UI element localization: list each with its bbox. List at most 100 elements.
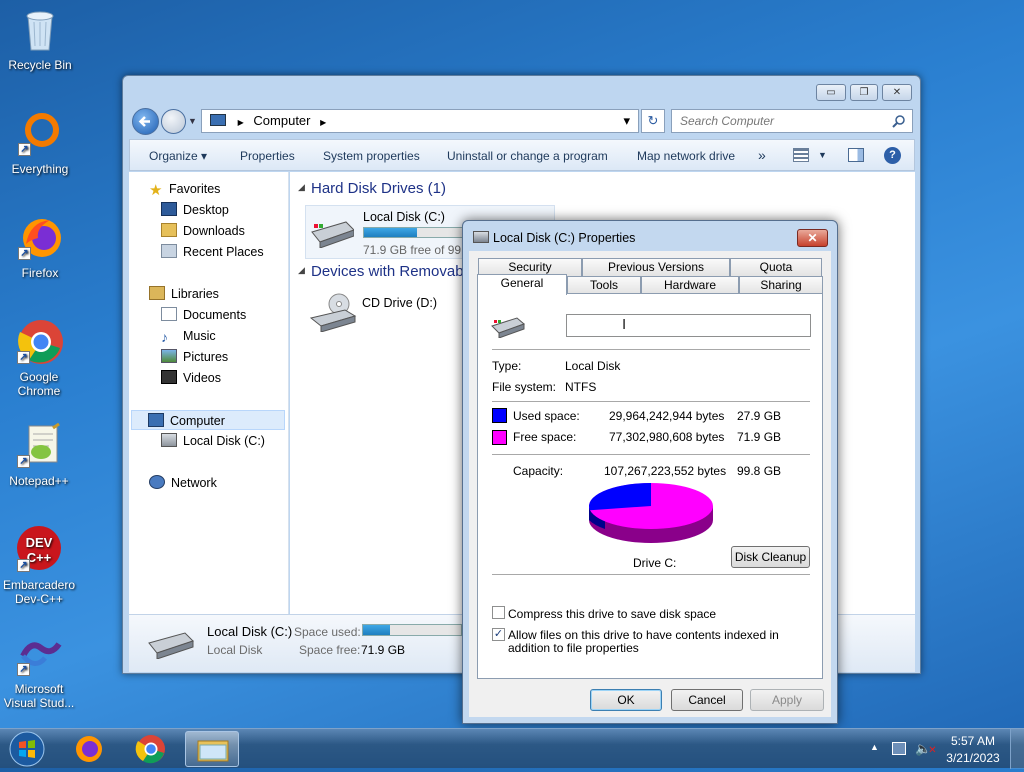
used-space-label: Used space:: [513, 409, 580, 423]
recent-places-icon: [161, 244, 177, 258]
clock-date[interactable]: 3/21/2023: [944, 751, 1002, 765]
system-properties-button[interactable]: System properties: [323, 149, 420, 163]
drive-c-free-text: 71.9 GB free of 99.8: [363, 243, 472, 257]
network-tray-icon[interactable]: [892, 742, 906, 755]
filesystem-label: File system:: [492, 380, 557, 394]
taskbar-explorer[interactable]: [185, 731, 239, 767]
downloads-folder-icon: [161, 223, 177, 237]
nav-local-disk[interactable]: Local Disk (C:): [161, 431, 265, 451]
desktop-icon-visual-studio[interactable]: ↗ Microsoft Visual Stud...: [0, 630, 79, 710]
desktop-icon-label: Notepad++: [9, 474, 69, 488]
breadcrumb-separator-icon: ▶: [237, 118, 244, 127]
free-space-size: 71.9 GB: [737, 430, 782, 444]
firefox-icon: ↗: [16, 214, 64, 262]
help-icon[interactable]: ?: [884, 147, 901, 164]
tray-expand-icon[interactable]: ▲: [870, 742, 879, 752]
nav-music[interactable]: ♪ Music: [161, 326, 216, 346]
breadcrumb-computer[interactable]: Computer: [253, 113, 310, 128]
drive-d-name: CD Drive (D:): [362, 296, 437, 310]
maximize-button[interactable]: ❐: [850, 84, 878, 101]
videos-icon: [161, 370, 177, 384]
address-dropdown-icon[interactable]: ▾: [623, 110, 630, 132]
apply-button[interactable]: Apply: [750, 689, 824, 711]
compress-checkbox[interactable]: [492, 606, 505, 619]
change-view-icon[interactable]: [793, 148, 809, 162]
taskbar-firefox[interactable]: [62, 731, 116, 767]
dialog-body: Security Previous Versions Quota General…: [469, 251, 831, 717]
group-hard-disk-drives[interactable]: Hard Disk Drives (1): [311, 180, 446, 197]
desktop-icon-chrome[interactable]: ↗ Google Chrome: [0, 318, 79, 398]
shortcut-arrow-icon: ↗: [17, 559, 30, 572]
hard-drive-large-icon: [147, 627, 195, 660]
organize-button[interactable]: Organize ▾: [149, 149, 207, 163]
properties-dialog[interactable]: Local Disk (C:) Properties ✕ Security Pr…: [462, 220, 838, 724]
more-commands-button[interactable]: »: [758, 147, 766, 163]
tab-general[interactable]: General: [477, 274, 567, 295]
nav-recent-places[interactable]: Recent Places: [161, 242, 264, 262]
everything-icon: ↗: [16, 110, 64, 158]
disk-cleanup-button[interactable]: Disk Cleanup: [731, 546, 810, 568]
desktop-icon-notepadpp[interactable]: ↗ Notepad++: [0, 422, 79, 488]
back-button[interactable]: [132, 108, 159, 135]
cd-drive-icon: [309, 292, 357, 333]
nav-downloads[interactable]: Downloads: [161, 221, 245, 241]
windows-logo-icon: [9, 731, 45, 767]
folder-icon: [197, 740, 229, 762]
desktop-icon-devcpp[interactable]: DEV C++ ↗ Embarcadero Dev-C++: [0, 526, 79, 606]
desktop-icon-label: Google Chrome: [17, 370, 61, 398]
minimize-button[interactable]: ▭: [816, 84, 846, 101]
drive-label-input[interactable]: [566, 314, 811, 337]
refresh-icon: ↻: [647, 113, 659, 128]
properties-button[interactable]: Properties: [240, 149, 295, 163]
free-space-bytes: 77,302,980,608 bytes: [609, 430, 725, 444]
dialog-title: Local Disk (C:) Properties: [493, 231, 636, 245]
dialog-close-button[interactable]: ✕: [797, 229, 828, 247]
pictures-icon: [161, 349, 177, 363]
view-dropdown-icon[interactable]: ▼: [818, 150, 827, 160]
group-removable-devices[interactable]: Devices with Removab: [311, 263, 464, 280]
drive-label-caption: Drive C:: [633, 556, 677, 570]
clock-time[interactable]: 5:57 AM: [950, 734, 996, 748]
hard-drive-icon: [161, 433, 177, 447]
nav-pictures[interactable]: Pictures: [161, 347, 228, 367]
uninstall-program-button[interactable]: Uninstall or change a program: [447, 149, 608, 163]
nav-computer[interactable]: Computer: [131, 410, 285, 430]
forward-button[interactable]: [161, 109, 186, 134]
search-input[interactable]: Search Computer: [671, 109, 913, 133]
nav-desktop[interactable]: Desktop: [161, 200, 229, 220]
recycle-bin-icon: [16, 6, 64, 54]
show-desktop-button[interactable]: [1010, 729, 1024, 769]
close-icon: ✕: [807, 231, 818, 245]
tab-tools[interactable]: Tools: [567, 276, 641, 294]
nav-documents[interactable]: Documents: [161, 305, 246, 325]
libraries-icon: [149, 286, 165, 300]
nav-network[interactable]: Network: [149, 473, 217, 493]
free-space-swatch: [492, 430, 507, 445]
taskbar-chrome[interactable]: [124, 731, 178, 767]
nav-videos[interactable]: Videos: [161, 368, 221, 388]
tab-hardware[interactable]: Hardware: [641, 276, 739, 294]
desktop-icon-firefox[interactable]: ↗ Firefox: [0, 214, 80, 280]
desktop-icon-recycle-bin[interactable]: Recycle Bin: [0, 6, 80, 72]
refresh-button[interactable]: ↻: [641, 109, 665, 133]
group-collapse-icon[interactable]: ◢: [298, 182, 305, 193]
details-usage-bar: [362, 624, 462, 636]
nav-favorites[interactable]: ★ Favorites: [149, 179, 220, 199]
map-network-drive-button[interactable]: Map network drive: [637, 149, 735, 163]
group-collapse-icon[interactable]: ◢: [298, 265, 305, 276]
close-button[interactable]: ✕: [882, 84, 912, 101]
tab-sharing[interactable]: Sharing: [739, 276, 823, 294]
desktop-icon-everything[interactable]: ↗ Everything: [0, 110, 80, 176]
start-button[interactable]: [4, 729, 50, 769]
tab-previous-versions[interactable]: Previous Versions: [582, 258, 730, 276]
preview-pane-icon[interactable]: [848, 148, 864, 162]
index-checkbox[interactable]: ✓: [492, 628, 505, 641]
separator: [492, 574, 810, 575]
tab-quota[interactable]: Quota: [730, 258, 822, 276]
cancel-button[interactable]: Cancel: [671, 689, 743, 711]
recent-pages-dropdown[interactable]: ▼: [188, 116, 197, 126]
ok-button[interactable]: OK: [590, 689, 662, 711]
volume-muted-icon[interactable]: 🔈✕: [915, 741, 937, 757]
nav-libraries[interactable]: Libraries: [149, 284, 219, 304]
address-bar[interactable]: ▶ Computer ▶ ▾: [201, 109, 639, 133]
